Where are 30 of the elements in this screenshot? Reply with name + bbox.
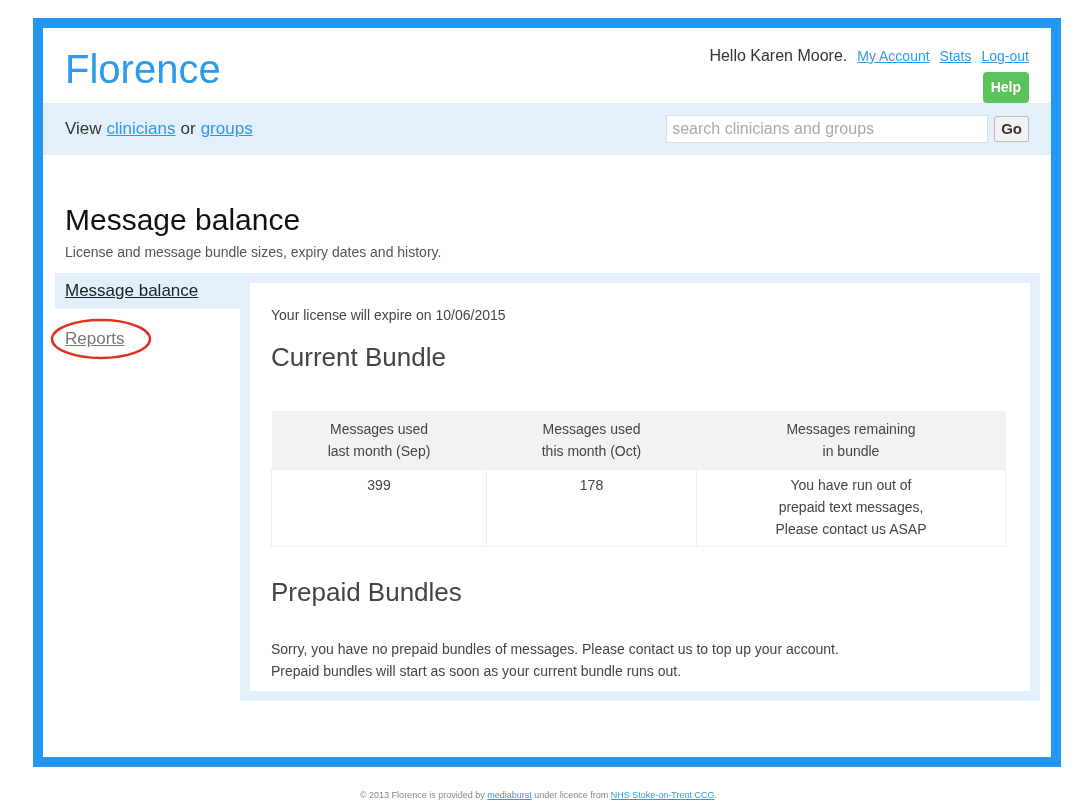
table-cell: You have run out of prepaid text messages, Please contact us ASAP — [696, 469, 1006, 546]
column-header: Messages remaining in bundle — [696, 411, 1006, 469]
table-cell: 178 — [486, 469, 697, 546]
footer-link[interactable]: NHS Stoke-on-Trent CCG — [610, 790, 715, 800]
logo-text[interactable]: Florence — [65, 44, 221, 103]
search-field[interactable]: search clinicians and groups — [666, 115, 989, 143]
column-header: Messages used last month (Sep) — [271, 411, 487, 469]
header-link[interactable]: Log-out — [981, 46, 1029, 67]
header-link[interactable]: Stats — [939, 46, 972, 67]
go-button[interactable]: Go — [994, 116, 1029, 142]
greeting-text: Hello Karen Moore. — [709, 46, 848, 66]
help-button[interactable]: Help — [982, 72, 1029, 103]
sidebar-item[interactable]: Reports — [55, 321, 240, 357]
nav-text: View — [65, 118, 102, 141]
clinicians-link[interactable]: clinicians — [106, 116, 176, 142]
section-heading: Current Bundle — [271, 341, 447, 374]
sidebar-item[interactable]: Message balance — [55, 273, 240, 309]
groups-link[interactable]: groups — [200, 116, 253, 142]
license-note: Your license will expire on 10/06/2015 — [271, 306, 507, 325]
page-subtitle: License and message bundle sizes, expiry dates and history. — [65, 243, 443, 262]
nav-text: or — [180, 118, 196, 141]
prepaid-text: Sorry, you have no prepaid bundles of messages. Please contact us to top up your account. Prepaid bundles will start as soon as your current bundle runs out. — [271, 639, 840, 681]
section-heading: Prepaid Bundles — [271, 575, 463, 609]
footer-link[interactable]: mediaburst — [487, 790, 532, 800]
column-header: Messages used this month (Oct) — [486, 411, 697, 469]
table-cell: 399 — [271, 469, 487, 546]
header-link[interactable]: My Account — [857, 46, 930, 67]
footer-text: © 2013 Florence is provided by mediaburst under licence from NHS Stoke-on-Trent CCG. — [359, 789, 717, 801]
sidebar-link[interactable]: Message balance — [65, 278, 199, 304]
page-title: Message balance — [65, 202, 302, 238]
